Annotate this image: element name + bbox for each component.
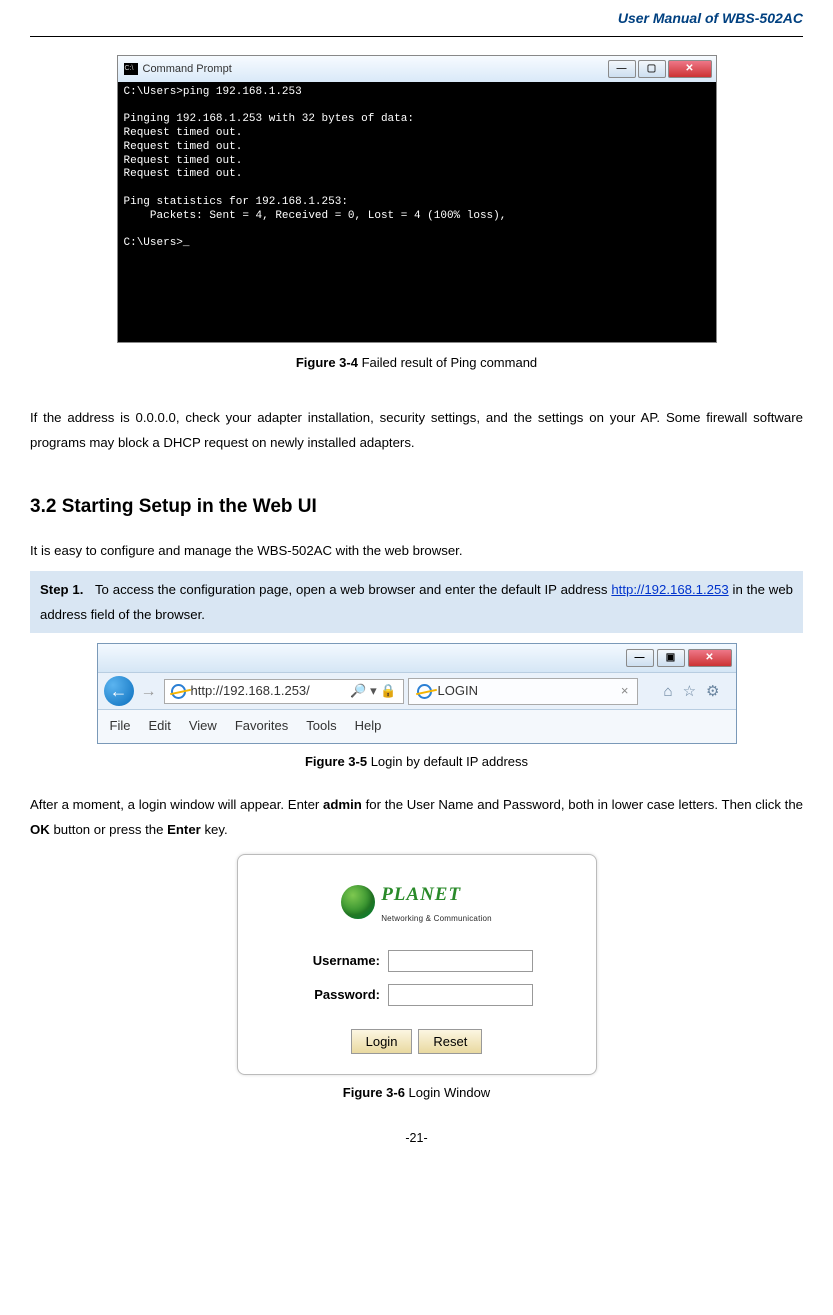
menu-help[interactable]: Help: [355, 714, 382, 738]
minimize-button[interactable]: —: [626, 649, 654, 667]
menu-tools[interactable]: Tools: [306, 714, 336, 738]
maximize-button[interactable]: ▢: [638, 60, 666, 78]
favorites-icon[interactable]: ☆: [683, 678, 696, 706]
home-icon[interactable]: ⌂: [664, 678, 673, 706]
menu-view[interactable]: View: [189, 714, 217, 738]
cmd-title: Command Prompt: [143, 59, 232, 79]
figure-3-4-caption: Figure 3-4 Failed result of Ping command: [30, 351, 803, 375]
browser-titlebar: — ▣ ✕: [98, 644, 736, 672]
url-controls[interactable]: 🔎 ▾ 🔒: [350, 679, 396, 703]
figure-3-6-caption: Figure 3-6 Login Window: [30, 1081, 803, 1105]
browser-menubar: File Edit View Favorites Tools Help: [98, 710, 736, 742]
manual-title: User Manual of WBS-502AC: [618, 6, 803, 32]
step-1-label: Step 1.: [40, 582, 83, 597]
password-label: Password:: [300, 983, 380, 1007]
minimize-button[interactable]: —: [608, 60, 636, 78]
ie-logo-icon: [171, 684, 186, 699]
default-ip-link[interactable]: http://192.168.1.253: [611, 582, 728, 597]
reset-button[interactable]: Reset: [418, 1029, 482, 1054]
body-paragraph-2: It is easy to configure and manage the W…: [30, 538, 803, 563]
figure-text: Login by default IP address: [367, 754, 528, 769]
close-button[interactable]: ✕: [668, 60, 712, 78]
figure-label: Figure 3-4: [296, 355, 358, 370]
terminal-icon: [124, 63, 138, 75]
username-input[interactable]: [388, 950, 533, 972]
command-prompt-window: Command Prompt — ▢ ✕ C:\Users>ping 192.1…: [117, 55, 717, 343]
step-1-box: Step 1. To access the configuration page…: [30, 571, 803, 633]
password-input[interactable]: [388, 984, 533, 1006]
body-paragraph-1: If the address is 0.0.0.0, check your ad…: [30, 405, 803, 455]
figure-label: Figure 3-5: [305, 754, 367, 769]
url-text: http://192.168.1.253/: [191, 679, 310, 703]
menu-file[interactable]: File: [110, 714, 131, 738]
address-bar[interactable]: http://192.168.1.253/ 🔎 ▾ 🔒: [164, 679, 404, 704]
step-1-text-a: To access the configuration page, open a…: [95, 582, 611, 597]
figure-text: Failed result of Ping command: [358, 355, 537, 370]
brand-subtitle: Networking & Communication: [381, 912, 492, 927]
cmd-output: C:\Users>ping 192.168.1.253 Pinging 192.…: [118, 82, 716, 342]
login-logo: PLANET Networking & Communication: [262, 877, 572, 927]
planet-globe-icon: [341, 885, 375, 919]
tab-close-icon[interactable]: ×: [621, 679, 629, 703]
header-rule: [30, 36, 803, 37]
tab-title: LOGIN: [438, 679, 478, 703]
tools-icon[interactable]: ⚙: [706, 678, 719, 706]
page-header: User Manual of WBS-502AC: [0, 0, 833, 36]
maximize-button[interactable]: ▣: [657, 649, 685, 667]
brand-name: PLANET: [381, 877, 492, 912]
ie-logo-icon: [417, 684, 432, 699]
login-button[interactable]: Login: [351, 1029, 413, 1054]
forward-button[interactable]: →: [138, 680, 160, 702]
cmd-titlebar: Command Prompt — ▢ ✕: [118, 56, 716, 82]
figure-label: Figure 3-6: [343, 1085, 405, 1100]
login-window: PLANET Networking & Communication Userna…: [237, 854, 597, 1075]
browser-window: — ▣ ✕ ← → http://192.168.1.253/ 🔎 ▾ 🔒 LO…: [97, 643, 737, 743]
browser-address-row: ← → http://192.168.1.253/ 🔎 ▾ 🔒 LOGIN × …: [98, 672, 736, 710]
browser-tab[interactable]: LOGIN ×: [408, 678, 638, 705]
figure-3-5-caption: Figure 3-5 Login by default IP address: [30, 750, 803, 774]
page-number: -21-: [30, 1127, 803, 1150]
section-3-2-heading: 3.2 Starting Setup in the Web UI: [30, 489, 803, 524]
figure-text: Login Window: [405, 1085, 490, 1100]
close-button[interactable]: ✕: [688, 649, 732, 667]
menu-edit[interactable]: Edit: [148, 714, 170, 738]
body-paragraph-3: After a moment, a login window will appe…: [30, 792, 803, 842]
menu-favorites[interactable]: Favorites: [235, 714, 288, 738]
back-button[interactable]: ←: [104, 676, 134, 706]
username-label: Username:: [300, 949, 380, 973]
